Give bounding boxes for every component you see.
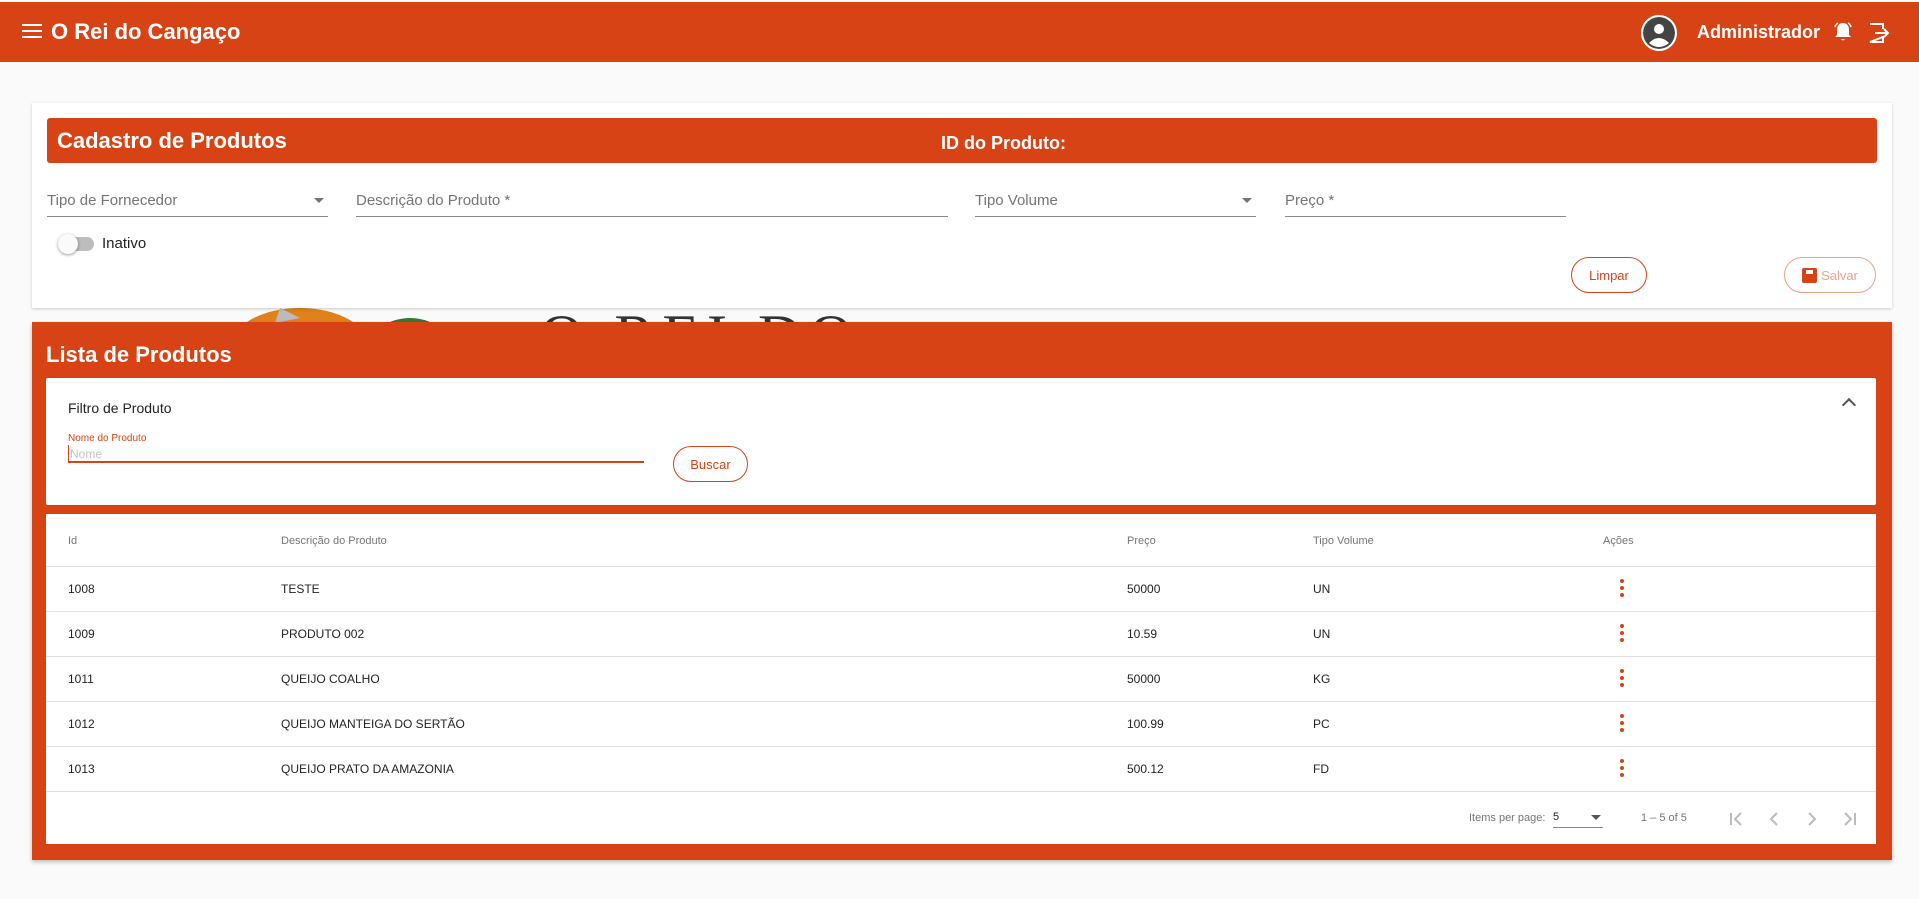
- search-button[interactable]: Buscar: [673, 446, 748, 482]
- cell-description: TESTE: [281, 582, 320, 596]
- column-header-price[interactable]: Preço: [1127, 535, 1156, 547]
- first-page-icon[interactable]: [1726, 809, 1746, 829]
- cell-volume: KG: [1313, 672, 1331, 686]
- filter-title[interactable]: Filtro de Produto: [68, 400, 172, 416]
- cell-price: 500.12: [1127, 762, 1164, 776]
- price-label: Preço *: [1285, 192, 1335, 209]
- column-header-id[interactable]: Id: [68, 535, 77, 547]
- form-header: Cadastro de Produtos ID do Produto:: [47, 118, 1877, 163]
- table-row[interactable]: 1013 QUEIJO PRATO DA AMAZONIA 500.12 FD: [46, 747, 1876, 792]
- cell-description: QUEIJO MANTEIGA DO SERTÃO: [281, 717, 465, 731]
- supplier-type-select[interactable]: Tipo de Fornecedor: [47, 185, 328, 217]
- table-row[interactable]: 1008 TESTE 50000 UN: [46, 567, 1876, 612]
- inactive-toggle-label: Inativo: [102, 235, 147, 252]
- product-list-panel: Lista de Produtos Filtro de Produto Nome…: [32, 322, 1892, 860]
- logout-icon[interactable]: [1867, 21, 1891, 45]
- cell-id: 1009: [68, 627, 95, 641]
- user-name[interactable]: Administrador: [1697, 22, 1820, 43]
- top-toolbar: O Rei do Cangaço Administrador: [0, 2, 1919, 62]
- dropdown-arrow-icon: [1591, 815, 1601, 820]
- account-circle-icon[interactable]: [1641, 15, 1677, 51]
- column-header-volume[interactable]: Tipo Volume: [1313, 535, 1374, 547]
- save-icon: [1802, 267, 1818, 283]
- column-header-description[interactable]: Descrição do Produto: [281, 535, 387, 547]
- inactive-toggle[interactable]: [58, 234, 94, 254]
- save-button[interactable]: Salvar: [1784, 257, 1876, 293]
- cell-volume: UN: [1313, 582, 1331, 596]
- cell-price: 50000: [1127, 672, 1161, 686]
- more-vert-icon[interactable]: [1620, 579, 1624, 597]
- cell-volume: PC: [1313, 717, 1330, 731]
- cell-description: QUEIJO COALHO: [281, 672, 380, 686]
- cell-description: QUEIJO PRATO DA AMAZONIA: [281, 762, 454, 776]
- products-table: Id Descrição do Produto Preço Tipo Volum…: [46, 514, 1876, 844]
- chevron-up-icon[interactable]: [1841, 397, 1857, 413]
- more-vert-icon[interactable]: [1620, 759, 1624, 777]
- dropdown-arrow-icon: [1242, 198, 1252, 203]
- form-title: Cadastro de Produtos: [57, 128, 287, 153]
- cell-price: 10.59: [1127, 627, 1158, 641]
- previous-page-icon[interactable]: [1764, 809, 1784, 829]
- app-title: O Rei do Cangaço: [51, 19, 241, 44]
- toggle-knob: [58, 234, 78, 254]
- product-filter-panel: Filtro de Produto Nome do Produto Buscar: [46, 378, 1876, 505]
- last-page-icon[interactable]: [1840, 809, 1860, 829]
- price-field[interactable]: Preço *: [1285, 185, 1566, 217]
- product-id-label: ID do Produto:: [941, 133, 1066, 153]
- table-row[interactable]: 1011 QUEIJO COALHO 50000 KG: [46, 657, 1876, 702]
- cell-id: 1011: [68, 672, 94, 686]
- menu-icon[interactable]: [22, 24, 42, 40]
- save-button-label: Salvar: [1821, 267, 1858, 283]
- dropdown-arrow-icon: [314, 198, 324, 203]
- volume-type-select[interactable]: Tipo Volume: [975, 185, 1256, 217]
- product-form-card: Cadastro de Produtos ID do Produto: Tipo…: [32, 103, 1892, 308]
- page-size-value: 5: [1553, 811, 1560, 823]
- column-header-actions: Ações: [1603, 535, 1634, 547]
- volume-type-label: Tipo Volume: [975, 192, 1058, 209]
- cell-id: 1013: [68, 762, 95, 776]
- list-title: Lista de Produtos: [46, 342, 232, 367]
- supplier-type-label: Tipo de Fornecedor: [47, 192, 178, 209]
- description-field[interactable]: Descrição do Produto *: [356, 185, 948, 217]
- more-vert-icon[interactable]: [1620, 714, 1624, 732]
- product-name-input[interactable]: [68, 445, 644, 463]
- more-vert-icon[interactable]: [1620, 624, 1624, 642]
- cell-description: PRODUTO 002: [281, 627, 365, 641]
- description-label: Descrição do Produto *: [356, 192, 511, 209]
- page-range-label: 1 – 5 of 5: [1641, 812, 1687, 824]
- cell-volume: FD: [1313, 762, 1329, 776]
- more-vert-icon[interactable]: [1620, 669, 1624, 687]
- table-row[interactable]: 1009 PRODUTO 002 10.59 UN: [46, 612, 1876, 657]
- bell-icon[interactable]: [1832, 21, 1854, 43]
- items-per-page-label: Items per page:: [1469, 812, 1546, 824]
- cell-id: 1008: [68, 582, 95, 596]
- cell-price: 50000: [1127, 582, 1161, 596]
- cell-id: 1012: [68, 717, 95, 731]
- product-name-label: Nome do Produto: [68, 433, 147, 444]
- product-name-field: Nome do Produto: [68, 433, 644, 463]
- cell-volume: UN: [1313, 627, 1331, 641]
- next-page-icon[interactable]: [1802, 809, 1822, 829]
- table-row[interactable]: 1012 QUEIJO MANTEIGA DO SERTÃO 100.99 PC: [46, 702, 1876, 747]
- clear-button[interactable]: Limpar: [1571, 257, 1647, 293]
- page-size-select[interactable]: 5: [1553, 808, 1603, 828]
- paginator: Items per page: 5 1 – 5 of 5: [46, 799, 1876, 839]
- cell-price: 100.99: [1127, 717, 1164, 731]
